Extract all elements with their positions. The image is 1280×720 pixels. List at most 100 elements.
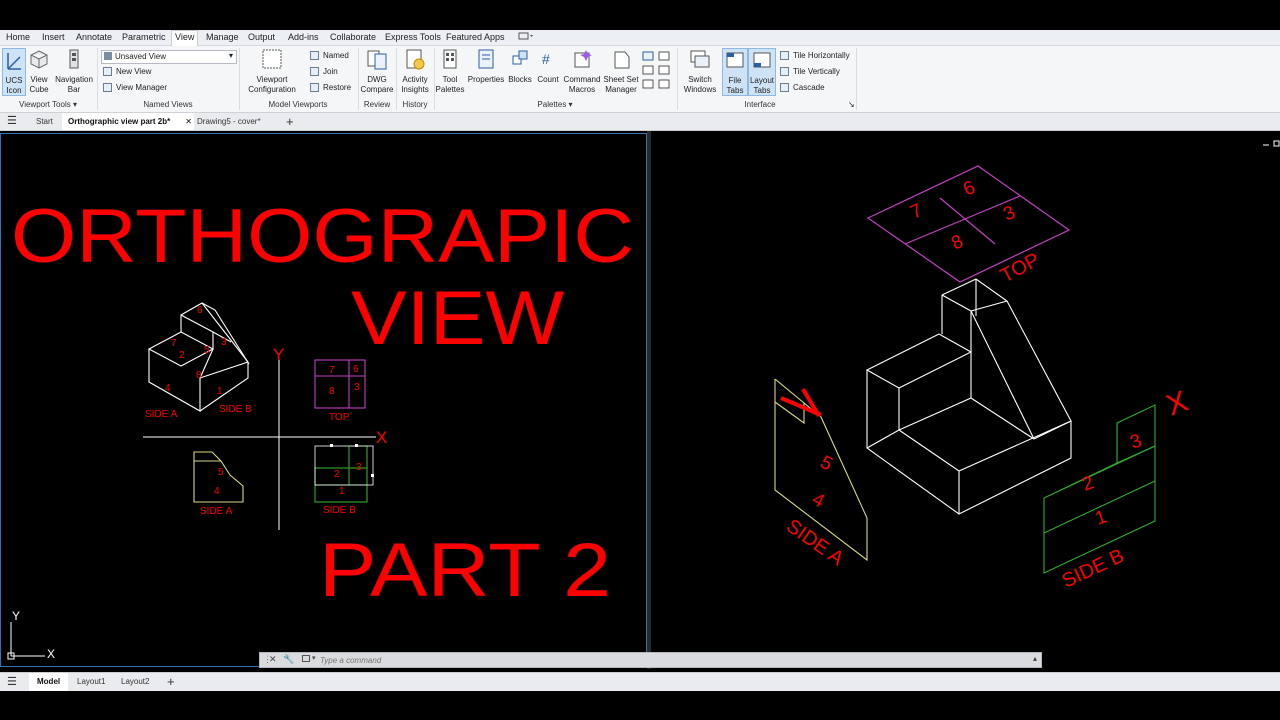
recent-commands-icon[interactable] — [302, 655, 310, 662]
properties-label: Properties — [467, 75, 505, 84]
iso-face-1: 1 — [217, 386, 223, 397]
ribbon-tab-bar: Home Insert Annotate Parametric View Man… — [0, 30, 1280, 46]
tab-express-tools[interactable]: Express Tools — [385, 32, 441, 42]
palettes-group-label[interactable]: Palettes ▾ — [436, 100, 674, 109]
switch-windows-button[interactable]: Switch Windows — [681, 48, 719, 94]
new-tab-plus-icon[interactable]: + — [286, 113, 294, 130]
dwg-compare-button[interactable]: DWG Compare — [360, 48, 394, 94]
tab-output[interactable]: Output — [248, 32, 275, 42]
ucs-icon-button[interactable]: UCS Icon — [2, 48, 26, 96]
file-tab-active-label: Orthographic view part 2b* — [68, 117, 171, 126]
hamburger-menu-icon[interactable]: ☰ — [7, 113, 17, 130]
customize-wrench-icon[interactable]: 🔧 — [283, 654, 294, 665]
restore-icon — [310, 83, 319, 92]
model-viewports-group-label: Model Viewports — [268, 100, 328, 109]
view-manager-button[interactable]: View Manager — [103, 83, 167, 92]
navigation-bar-button[interactable]: Navigation Bar — [53, 48, 95, 94]
tab-parametric[interactable]: Parametric — [122, 32, 166, 42]
axis-x-label: X — [376, 428, 387, 447]
right-viewport[interactable]: 7 6 3 8 TOP 5 4 SIDE A 3 2 1 SIDE B X — [651, 133, 1280, 667]
file-tab-active[interactable]: Orthographic view part 2b* ✕ — [62, 113, 194, 130]
command-line[interactable]: ⋮ ✕ 🔧 ▾ ▴ — [259, 652, 1042, 668]
viewport-configuration-button[interactable]: Viewport Configuration — [243, 48, 301, 94]
tab-manage[interactable]: Manage — [206, 32, 239, 42]
tab-insert[interactable]: Insert — [42, 32, 65, 42]
tool-palettes-button[interactable]: Tool Palettes — [435, 48, 465, 94]
axis-y-label: Y — [273, 345, 284, 364]
close-command-line-icon[interactable]: ✕ — [269, 654, 277, 665]
tab-add-ins[interactable]: Add-ins — [288, 32, 319, 42]
palette-small-icons — [641, 50, 671, 94]
group-divider — [97, 48, 98, 110]
tab-featured-apps[interactable]: Featured Apps — [446, 32, 505, 42]
tab-layout2[interactable]: Layout2 — [121, 673, 149, 691]
chevron-down-icon[interactable]: ▾ — [312, 654, 316, 662]
right-x-mark: X — [1162, 385, 1192, 423]
left-viewport[interactable]: ORTHOGRAPIC VIEW PART 2 6 7 2 5 3 8 4 1 … — [0, 133, 647, 667]
iso-face-3: 3 — [221, 337, 227, 348]
right-drawing-canvas: 7 6 3 8 TOP 5 4 SIDE A 3 2 1 SIDE B X — [774, 140, 1280, 593]
tile-horizontally-button[interactable]: Tile Horizontally — [780, 51, 850, 60]
new-view-button[interactable]: New View — [103, 67, 151, 76]
blocks-button[interactable]: Blocks — [506, 48, 534, 94]
sheet-set-manager-button[interactable]: Sheet Set Manager — [603, 48, 639, 94]
svg-text:#: # — [542, 51, 550, 67]
top-view-face-8: 8 — [329, 386, 335, 397]
add-layout-plus-icon[interactable]: + — [167, 673, 175, 691]
right-side-b-face-2: 2 — [1080, 472, 1097, 495]
ucs-axis-icon — [7, 622, 45, 660]
named-label: Named — [323, 51, 349, 60]
join-viewports-button[interactable]: Join — [310, 67, 338, 76]
count-button[interactable]: # Count — [535, 48, 561, 94]
iso-face-4: 4 — [165, 383, 171, 394]
ribbon-panel: UCS Icon View Cube Navigation Bar Viewpo… — [0, 46, 1280, 113]
palette-icon — [642, 51, 654, 61]
command-input[interactable] — [320, 654, 1020, 666]
activity-insights-button[interactable]: Activity Insights — [398, 48, 432, 94]
cascade-icon — [780, 83, 789, 92]
close-icon[interactable]: ✕ — [185, 113, 192, 130]
tab-annotate[interactable]: Annotate — [76, 32, 112, 42]
dialog-launcher-icon[interactable]: ↘ — [848, 100, 855, 109]
right-side-b-label: SIDE B — [1059, 545, 1128, 593]
top-view-face-7: 7 — [329, 365, 335, 376]
top-view-face-3: 3 — [354, 382, 360, 393]
view-icon — [104, 52, 112, 60]
tab-home[interactable]: Home — [6, 32, 30, 42]
tab-view[interactable]: View — [171, 30, 199, 46]
left-drawing-canvas: ORTHOGRAPIC VIEW PART 2 6 7 2 5 3 8 4 1 … — [7, 194, 634, 661]
named-view-dropdown[interactable]: Unsaved View ▾ — [101, 50, 237, 64]
sheet-set-manager-icon — [614, 51, 630, 69]
command-macros-button[interactable]: Command Macros — [561, 48, 603, 94]
layout-menu-icon[interactable]: ☰ — [7, 673, 17, 691]
tab-layout1[interactable]: Layout1 — [77, 673, 105, 691]
file-tabs-button[interactable]: File Tabs — [722, 48, 748, 96]
dwg-compare-icon — [367, 50, 387, 70]
chevron-up-icon[interactable]: ▴ — [1033, 654, 1037, 663]
view-cube-icon — [30, 50, 48, 69]
tile-vertically-button[interactable]: Tile Vertically — [780, 67, 840, 76]
ucs-x-label: X — [47, 647, 55, 661]
count-label: Count — [537, 75, 559, 84]
review-group-label: Review — [363, 100, 391, 109]
viewport-tools-group-label[interactable]: Viewport Tools ▾ — [0, 100, 96, 109]
tab-model[interactable]: Model — [29, 673, 69, 691]
right-side-b-face-1: 1 — [1093, 506, 1110, 529]
file-tab-start[interactable]: Start — [36, 113, 53, 130]
command-macros-label: Command Macros — [563, 75, 601, 94]
activity-insights-label: Activity Insights — [401, 75, 429, 94]
restore-viewports-button[interactable]: Restore — [310, 83, 351, 92]
file-tab-drawing5[interactable]: Drawing5 - cover* — [197, 113, 261, 130]
cascade-button[interactable]: Cascade — [780, 83, 825, 92]
workspace-dropdown-icon[interactable] — [518, 31, 536, 43]
iso-face-2: 2 — [179, 350, 185, 361]
tab-collaborate[interactable]: Collaborate — [330, 32, 376, 42]
top-black-band — [0, 0, 1280, 30]
view-cube-button[interactable]: View Cube — [27, 48, 51, 94]
tile-horizontally-label: Tile Horizontally — [793, 51, 850, 60]
chevron-down-icon: ▾ — [228, 51, 233, 60]
properties-button[interactable]: Properties — [467, 48, 505, 94]
layout-tabs-button[interactable]: Layout Tabs — [748, 48, 776, 96]
named-viewports-button[interactable]: Named — [310, 51, 349, 60]
palette-icon — [658, 79, 670, 89]
